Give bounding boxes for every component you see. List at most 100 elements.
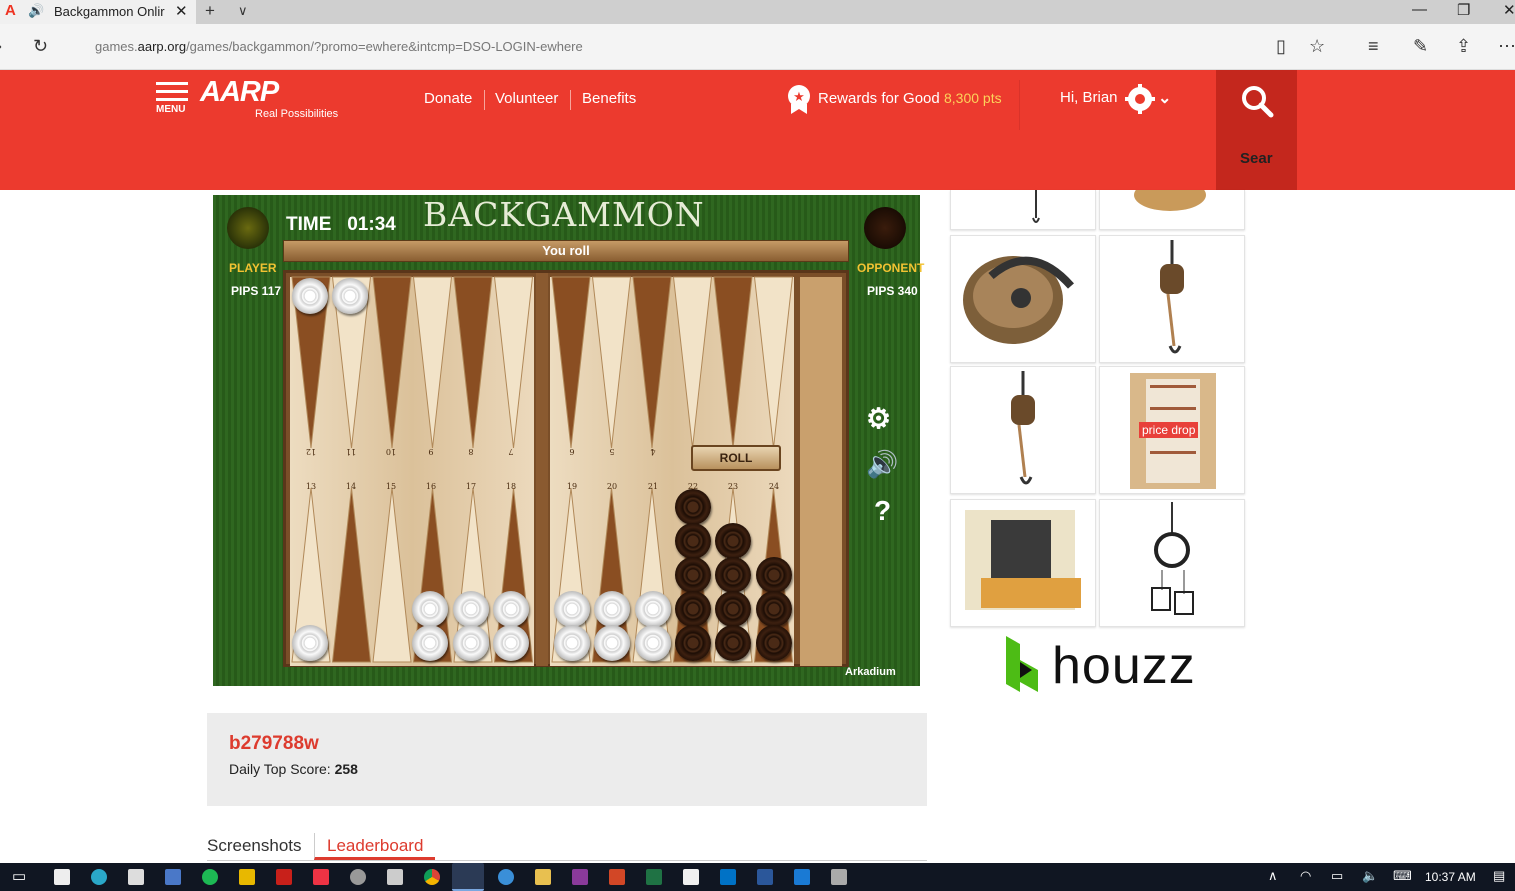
dark-checker[interactable] [756,625,792,661]
url-field[interactable]: games.aarp.org/games/backgammon/?promo=e… [95,39,583,54]
web-note-icon[interactable]: ✎ [1413,36,1428,57]
share-icon[interactable]: ⇪ [1456,36,1471,57]
app-icon-4[interactable] [831,869,847,885]
houzz-brand[interactable]: houzz [1052,636,1196,696]
aarp-logo[interactable]: AARP [200,76,279,109]
dark-checker[interactable] [715,523,751,559]
board-point[interactable] [551,276,591,449]
white-checker[interactable] [493,591,529,627]
white-checker[interactable] [412,591,448,627]
roll-button[interactable]: ROLL [691,445,781,471]
settings-gear-icon[interactable]: ⚙ [866,402,891,435]
wifi-icon[interactable]: ◠ [1300,868,1311,884]
powerpoint-icon[interactable] [609,869,625,885]
board-point[interactable] [493,276,534,449]
nav-volunteer[interactable]: Volunteer [495,90,558,107]
snip-icon[interactable] [313,869,329,885]
outlook-icon[interactable] [720,869,736,885]
calendar-icon[interactable] [387,869,403,885]
username[interactable]: b279788w [229,733,319,755]
white-checker[interactable] [594,625,630,661]
chrome-icon[interactable] [424,869,440,885]
board-point[interactable] [372,487,412,663]
task-view-icon[interactable]: ▭ [12,867,26,885]
white-checker[interactable] [292,625,328,661]
reading-view-icon[interactable]: ▯ [1276,36,1286,57]
calculator-icon[interactable] [128,869,144,885]
white-checker[interactable] [554,591,590,627]
nav-donate[interactable]: Donate [424,90,472,107]
onenote-icon[interactable] [572,869,588,885]
help-icon[interactable]: ? [874,495,891,527]
edge-active-icon[interactable] [452,863,484,891]
ad-tile-wooden-pulley[interactable] [950,235,1096,363]
dark-checker[interactable] [715,591,751,627]
houzz-logo-icon[interactable] [1002,634,1042,694]
minimize-icon[interactable]: — [1412,1,1427,18]
ad-tile-pumpkin[interactable] [1099,190,1245,230]
tab-screenshots[interactable]: Screenshots [207,836,302,856]
volume-icon[interactable]: 🔈 [1362,868,1378,884]
app-globe-icon[interactable] [91,869,107,885]
ad-tile-hanging-pulley[interactable] [1099,235,1245,363]
new-tab-icon[interactable]: + [205,1,215,21]
dark-checker[interactable] [675,625,711,661]
sound-icon[interactable]: 🔊 [866,449,898,480]
taskbar-clock[interactable]: 10:37 AM [1425,870,1476,884]
board-point[interactable] [331,487,372,663]
restore-icon[interactable]: ❐ [1457,1,1470,19]
battery-icon[interactable]: ▭ [1331,868,1343,884]
white-checker[interactable] [332,278,368,314]
speaker-icon[interactable]: 🔊 [28,3,44,19]
todo-icon[interactable] [683,869,699,885]
white-checker[interactable] [554,625,590,661]
hub-icon[interactable]: ≡ [1368,36,1379,57]
board-point[interactable] [672,276,713,449]
white-checker[interactable] [635,591,671,627]
board-point[interactable] [453,276,493,449]
store-icon[interactable] [54,869,70,885]
ad-tile-murphy-bed[interactable] [950,499,1096,627]
user-greeting[interactable]: Hi, Brian [1060,89,1118,106]
word-icon[interactable] [757,869,773,885]
norton-icon[interactable] [239,869,255,885]
board-point[interactable] [632,276,672,449]
file-explorer-icon[interactable] [535,869,551,885]
board-point[interactable] [591,276,632,449]
account-gear-icon[interactable] [1125,84,1155,114]
white-checker[interactable] [412,625,448,661]
board-point[interactable] [372,276,412,449]
ad-tile-hanging-pulley-2[interactable] [950,366,1096,494]
board-point[interactable] [753,276,794,449]
dark-checker[interactable] [675,523,711,559]
board-point[interactable] [412,276,453,449]
tab-leaderboard[interactable]: Leaderboard [314,833,436,860]
browser-tab[interactable]: A 🔊 Backgammon Onlir ✕ [0,0,196,24]
app-icon-3[interactable] [794,869,810,885]
chevron-up-icon[interactable]: ∧ [1268,868,1278,884]
excel-icon[interactable] [646,869,662,885]
dark-checker[interactable] [715,557,751,593]
ad-tile-pulley-top[interactable] [950,190,1096,230]
nav-benefits[interactable]: Benefits [582,90,636,107]
favorite-star-icon[interactable]: ☆ [1309,36,1325,57]
dark-checker[interactable] [675,489,711,525]
dark-checker[interactable] [756,557,792,593]
dark-checker[interactable] [756,591,792,627]
refresh-icon[interactable]: ↻ [33,36,48,57]
app-icon-2[interactable] [350,869,366,885]
more-icon[interactable]: ⋯ [1498,36,1515,57]
close-tab-icon[interactable]: ✕ [175,2,188,20]
board-point[interactable] [713,276,753,449]
white-checker[interactable] [292,278,328,314]
app-icon[interactable] [165,869,181,885]
dark-checker[interactable] [715,625,751,661]
white-checker[interactable] [594,591,630,627]
ie-icon[interactable] [498,869,514,885]
search-button[interactable]: Sear [1216,70,1297,190]
forward-icon[interactable]: › [0,36,2,57]
rewards-link[interactable]: Rewards for Good [818,90,940,107]
tab-list-chevron-icon[interactable]: ∨ [238,3,248,19]
ad-tile-pendant-lamp[interactable] [1099,499,1245,627]
keyboard-icon[interactable]: ⌨ [1393,868,1412,884]
